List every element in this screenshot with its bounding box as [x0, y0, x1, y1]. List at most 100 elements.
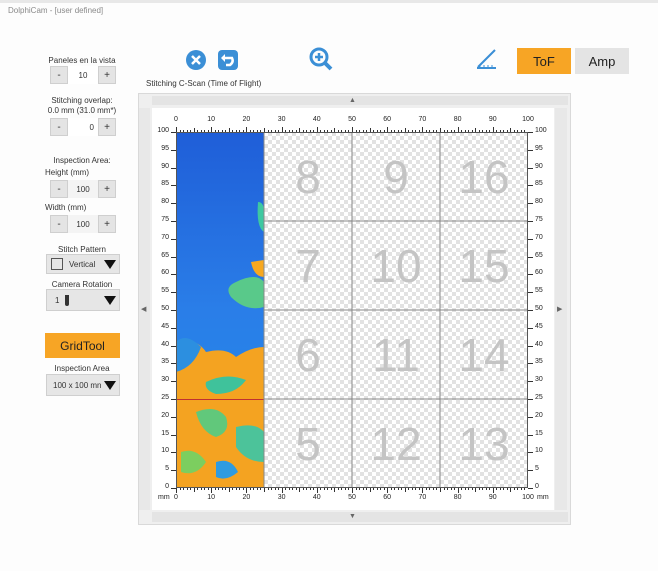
x-tick-mark	[443, 488, 445, 490]
y-tick-mark	[528, 256, 533, 258]
x-tick-mark	[253, 130, 255, 132]
x-tick-mark	[295, 130, 297, 132]
measure-button[interactable]	[472, 47, 502, 71]
y-tick-label: 60	[161, 269, 169, 277]
scroll-right-icon[interactable]: ▶	[557, 305, 562, 313]
y-tick-mark	[528, 274, 533, 276]
clear-button[interactable]	[181, 48, 211, 72]
height-value[interactable]: 100	[68, 180, 98, 198]
panels-increment-button[interactable]: +	[98, 66, 116, 84]
tab-tof[interactable]: ToF	[517, 48, 571, 74]
scroll-up-bar[interactable]	[152, 96, 568, 105]
x-tick-mark	[316, 488, 318, 493]
x-tick-mark	[366, 130, 368, 132]
y-tick-label: 80	[535, 198, 543, 206]
x-tick-label: 70	[418, 494, 427, 501]
x-tick-mark	[436, 130, 438, 132]
x-tick-mark	[221, 488, 223, 490]
x-tick-mark	[390, 488, 392, 490]
x-tick-mark	[256, 488, 258, 490]
x-tick-mark	[510, 128, 512, 132]
scroll-up-icon[interactable]: ▲	[349, 97, 356, 104]
x-tick-label: 30	[277, 116, 286, 123]
x-tick-mark	[176, 127, 177, 132]
zoom-in-button[interactable]	[306, 47, 336, 71]
y-tick-mark	[528, 381, 533, 383]
y-tick-mark	[171, 381, 176, 383]
width-value[interactable]: 100	[68, 215, 98, 233]
overlap-stepper: - 0 +	[50, 118, 116, 136]
height-decrement-button[interactable]: -	[50, 180, 68, 198]
y-tick-label: 60	[535, 269, 543, 277]
chevron-down-icon	[104, 296, 116, 305]
x-tick-mark	[288, 488, 290, 490]
width-stepper: - 100 +	[50, 215, 116, 233]
x-tick-mark	[225, 488, 227, 490]
x-unit-left: mm	[158, 494, 170, 501]
x-tick-mark	[366, 488, 368, 490]
x-tick-mark	[489, 488, 491, 490]
x-tick-mark	[457, 488, 459, 493]
x-tick-mark	[394, 488, 396, 490]
x-tick-mark	[316, 127, 318, 132]
scroll-down-icon[interactable]: ▼	[349, 513, 356, 520]
x-tick-mark	[387, 488, 389, 493]
x-tick-mark	[482, 488, 484, 490]
x-tick-mark	[425, 488, 427, 490]
x-tick-mark	[337, 488, 339, 490]
x-tick-mark	[436, 488, 438, 490]
x-tick-mark	[454, 130, 456, 132]
height-increment-button[interactable]: +	[98, 180, 116, 198]
y-tick-mark	[171, 416, 176, 418]
y-tick-label: 85	[161, 180, 169, 188]
y-tick-mark	[528, 399, 533, 400]
inspection-area-dropdown[interactable]: 100 x 100 mn	[46, 374, 120, 396]
x-tick-mark	[334, 128, 336, 132]
scroll-left-icon[interactable]: ◀	[141, 305, 146, 313]
y-tick-label: 15	[535, 429, 543, 437]
overlap-increment-button[interactable]: +	[98, 118, 116, 136]
x-tick-mark	[285, 130, 287, 132]
overlap-sub-label: 0.0 mm (31.0 mm*)	[47, 106, 117, 115]
x-tick-mark	[359, 488, 361, 490]
x-tick-mark	[337, 130, 339, 132]
x-tick-mark	[454, 488, 456, 490]
y-tick-mark	[171, 434, 176, 436]
x-tick-mark	[207, 488, 209, 490]
stitch-pattern-dropdown[interactable]: Vertical	[46, 254, 120, 274]
panel-number: 12	[370, 417, 422, 470]
panels-value[interactable]: 10	[68, 66, 98, 84]
x-tick-mark	[281, 488, 283, 493]
x-tick-mark	[271, 130, 273, 132]
x-tick-mark	[228, 488, 230, 492]
tab-amp[interactable]: Amp	[575, 48, 629, 74]
y-tick-label: 30	[161, 376, 169, 384]
y-tick-mark	[171, 363, 176, 365]
y-tick-mark	[171, 310, 176, 311]
panel-number: 11	[372, 328, 420, 381]
x-tick-mark	[264, 128, 265, 132]
height-stepper: - 100 +	[50, 180, 116, 198]
gridtool-button[interactable]: GridTool	[45, 333, 120, 358]
y-tick-label: 25	[535, 394, 543, 401]
width-decrement-button[interactable]: -	[50, 215, 68, 233]
x-tick-mark	[253, 488, 255, 490]
overlap-decrement-button[interactable]: -	[50, 118, 68, 136]
x-tick-mark	[204, 130, 206, 132]
panels-decrement-button[interactable]: -	[50, 66, 68, 84]
x-tick-mark	[404, 488, 406, 492]
x-tick-mark	[513, 130, 515, 132]
overlap-value[interactable]: 0	[68, 118, 98, 136]
width-increment-button[interactable]: +	[98, 215, 116, 233]
x-tick-mark	[468, 488, 470, 490]
undo-button[interactable]	[213, 48, 243, 72]
x-tick-mark	[193, 128, 195, 132]
x-tick-label: 90	[488, 116, 497, 123]
camera-rotation-dropdown[interactable]: 1	[46, 289, 120, 311]
x-tick-mark	[492, 488, 494, 493]
width-label: Width (mm)	[45, 203, 87, 212]
scroll-down-bar[interactable]	[152, 512, 568, 522]
x-tick-mark	[362, 488, 364, 490]
y-tick-mark	[171, 185, 176, 187]
x-tick-mark	[425, 130, 427, 132]
